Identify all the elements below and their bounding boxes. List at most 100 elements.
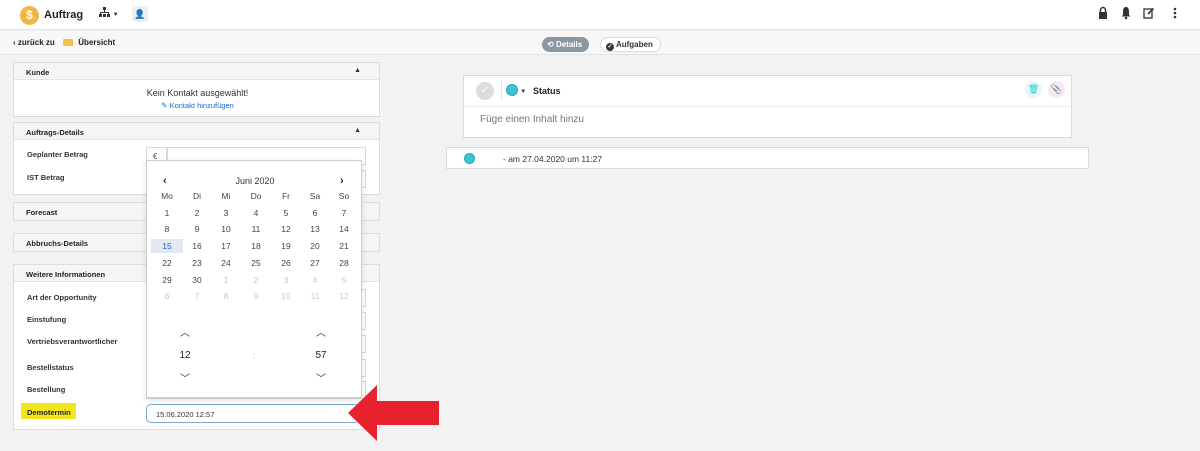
- auftragsdetails-header[interactable]: Auftrags-Details ▲: [14, 123, 379, 140]
- field-label: Einstufung: [27, 315, 67, 324]
- day-cell[interactable]: 9: [182, 224, 212, 234]
- trash-icon[interactable]: 🗑: [1025, 81, 1042, 98]
- more-vertical-icon[interactable]: [1169, 6, 1181, 20]
- tab-details[interactable]: ⟲ Details: [542, 37, 590, 52]
- day-cell[interactable]: 8: [152, 224, 182, 234]
- date-time-picker: ‹ Juni 2020 › Mo Di Mi Do Fr Sa So 1 2 3…: [146, 160, 362, 398]
- day-cell-other-month[interactable]: 6: [152, 291, 182, 301]
- day-cell[interactable]: 18: [241, 241, 271, 251]
- status-title: Status: [533, 86, 561, 96]
- day-cell[interactable]: 26: [271, 258, 301, 268]
- day-cell[interactable]: 25: [241, 258, 271, 268]
- field-label: Vertriebsverantwortlicher: [27, 337, 118, 346]
- day-cell[interactable]: 30: [182, 275, 212, 285]
- weekday-header: Mo: [161, 191, 173, 201]
- field-label: Art der Opportunity: [27, 293, 97, 302]
- day-cell[interactable]: 7: [329, 208, 359, 218]
- kunde-panel: Kunde ▲ Kein Kontakt ausgewählt! ✎ Konta…: [13, 62, 380, 117]
- day-cell-selected[interactable]: 15: [151, 239, 183, 253]
- weekday-header: So: [338, 191, 350, 201]
- collapse-caret-icon[interactable]: ▲: [354, 67, 361, 74]
- day-cell[interactable]: 10: [211, 224, 241, 234]
- day-cell-other-month[interactable]: 11: [300, 291, 330, 301]
- day-cell-other-month[interactable]: 9: [241, 291, 271, 301]
- demotermin-input[interactable]: 15.06.2020 12:57: [146, 404, 360, 423]
- kunde-title: Kunde: [26, 68, 50, 77]
- day-cell-other-month[interactable]: 12: [329, 291, 359, 301]
- day-cell-other-month[interactable]: 7: [182, 291, 212, 301]
- day-cell[interactable]: 29: [152, 275, 182, 285]
- timeline-text: - am 27.04.2020 um 11:27: [503, 154, 603, 164]
- day-cell[interactable]: 16: [182, 241, 212, 251]
- day-cell-other-month[interactable]: 8: [211, 291, 241, 301]
- day-cell[interactable]: 22: [152, 258, 182, 268]
- weitere-title: Weitere Informationen: [26, 270, 106, 279]
- day-cell[interactable]: 24: [211, 258, 241, 268]
- day-cell[interactable]: 17: [211, 241, 241, 251]
- day-cell[interactable]: 23: [182, 258, 212, 268]
- folder-icon: [63, 39, 74, 46]
- day-cell[interactable]: 1: [152, 208, 182, 218]
- add-contact-label: Kontakt hinzufügen: [169, 101, 234, 110]
- day-cell-other-month[interactable]: 2: [241, 275, 271, 285]
- status-content-input[interactable]: Füge einen Inhalt hinzu: [480, 114, 584, 125]
- status-card: ✓ ▼ Status 🗑 📎 Füge einen Inhalt hinzu: [463, 75, 1072, 138]
- month-label: Juni 2020: [235, 176, 275, 186]
- day-cell[interactable]: 21: [329, 241, 359, 251]
- minute-value[interactable]: 57: [311, 350, 331, 361]
- add-user-icon[interactable]: 👤: [132, 6, 148, 22]
- day-cell[interactable]: 12: [271, 224, 301, 234]
- no-contact-text: Kein Kontakt ausgewählt!: [146, 88, 249, 98]
- day-cell-other-month[interactable]: 10: [271, 291, 301, 301]
- kunde-header[interactable]: Kunde ▲: [14, 63, 379, 80]
- chevron-down-icon: ▼: [112, 12, 119, 18]
- day-cell[interactable]: 11: [241, 224, 271, 234]
- day-cell[interactable]: 14: [329, 224, 359, 234]
- day-cell[interactable]: 4: [241, 208, 271, 218]
- top-bar: $ Auftrag ▼ 👤: [0, 0, 1200, 30]
- back-label: zurück zu: [17, 38, 55, 47]
- day-cell-other-month[interactable]: 5: [329, 275, 359, 285]
- auftragsdetails-title: Auftrags-Details: [26, 128, 84, 137]
- back-link[interactable]: ‹ zurück zu Übersicht: [13, 38, 115, 47]
- day-cell[interactable]: 13: [300, 224, 330, 234]
- edit-icon[interactable]: [1143, 6, 1155, 20]
- chat-type-dropdown[interactable]: ▼: [506, 84, 526, 98]
- collapse-caret-icon[interactable]: ▲: [354, 127, 361, 134]
- next-month-button[interactable]: ›: [340, 175, 344, 187]
- weekday-header: Sa: [309, 191, 321, 201]
- check-icon[interactable]: ✓: [476, 82, 494, 100]
- chat-bubble-icon: [464, 153, 475, 164]
- timeline-entry[interactable]: - am 27.04.2020 um 11:27: [446, 147, 1089, 169]
- tab-aufgaben[interactable]: ✓ Aufgaben: [600, 37, 661, 52]
- hierarchy-menu-button[interactable]: ▼: [99, 7, 119, 19]
- day-cell-other-month[interactable]: 4: [300, 275, 330, 285]
- time-separator: :: [252, 351, 256, 360]
- hour-up-button[interactable]: ︿: [175, 324, 195, 339]
- history-icon: ⟲: [547, 40, 554, 49]
- add-contact-link[interactable]: ✎ Kontakt hinzufügen: [14, 101, 381, 110]
- hour-value[interactable]: 12: [175, 350, 195, 361]
- day-cell-other-month[interactable]: 3: [271, 275, 301, 285]
- day-cell[interactable]: 19: [271, 241, 301, 251]
- lock-icon[interactable]: [1097, 6, 1109, 20]
- minute-up-button[interactable]: ︿: [311, 324, 331, 339]
- weekday-header: Fr: [281, 191, 291, 201]
- tab-aufgaben-label: Aufgaben: [615, 40, 653, 49]
- day-cell[interactable]: 2: [182, 208, 212, 218]
- field-label: Bestellung: [27, 385, 66, 394]
- bell-icon[interactable]: [1120, 6, 1132, 20]
- day-cell[interactable]: 28: [329, 258, 359, 268]
- day-cell[interactable]: 20: [300, 241, 330, 251]
- day-cell-other-month[interactable]: 1: [211, 275, 241, 285]
- day-cell[interactable]: 5: [271, 208, 301, 218]
- day-cell[interactable]: 27: [300, 258, 330, 268]
- paperclip-icon[interactable]: 📎: [1048, 81, 1065, 98]
- app-title: Auftrag: [44, 9, 84, 21]
- abbruch-title: Abbruchs-Details: [26, 239, 89, 248]
- day-cell[interactable]: 3: [211, 208, 241, 218]
- minute-down-button[interactable]: ﹀: [311, 370, 331, 385]
- hour-down-button[interactable]: ﹀: [175, 370, 195, 385]
- sub-bar: ‹ zurück zu Übersicht ⟲ Details ✓ Aufgab…: [0, 31, 1200, 55]
- day-cell[interactable]: 6: [300, 208, 330, 218]
